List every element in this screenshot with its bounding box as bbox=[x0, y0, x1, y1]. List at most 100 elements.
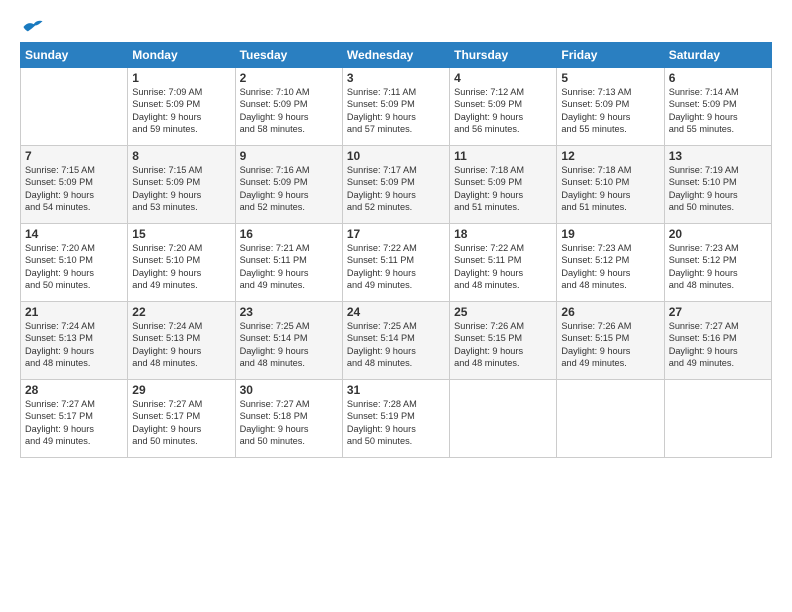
day-number: 25 bbox=[454, 305, 552, 319]
calendar-cell bbox=[557, 380, 664, 458]
calendar-cell: 25Sunrise: 7:26 AMSunset: 5:15 PMDayligh… bbox=[450, 302, 557, 380]
calendar-cell: 13Sunrise: 7:19 AMSunset: 5:10 PMDayligh… bbox=[664, 146, 771, 224]
day-number: 29 bbox=[132, 383, 230, 397]
week-row-4: 21Sunrise: 7:24 AMSunset: 5:13 PMDayligh… bbox=[21, 302, 772, 380]
day-number: 19 bbox=[561, 227, 659, 241]
cell-details: Sunrise: 7:14 AMSunset: 5:09 PMDaylight:… bbox=[669, 86, 767, 136]
day-number: 18 bbox=[454, 227, 552, 241]
logo bbox=[20, 18, 44, 36]
column-header-thursday: Thursday bbox=[450, 43, 557, 68]
day-number: 10 bbox=[347, 149, 445, 163]
day-number: 23 bbox=[240, 305, 338, 319]
calendar-cell: 27Sunrise: 7:27 AMSunset: 5:16 PMDayligh… bbox=[664, 302, 771, 380]
week-row-5: 28Sunrise: 7:27 AMSunset: 5:17 PMDayligh… bbox=[21, 380, 772, 458]
cell-details: Sunrise: 7:27 AMSunset: 5:18 PMDaylight:… bbox=[240, 398, 338, 448]
column-header-tuesday: Tuesday bbox=[235, 43, 342, 68]
day-number: 14 bbox=[25, 227, 123, 241]
calendar-cell: 22Sunrise: 7:24 AMSunset: 5:13 PMDayligh… bbox=[128, 302, 235, 380]
cell-details: Sunrise: 7:27 AMSunset: 5:17 PMDaylight:… bbox=[25, 398, 123, 448]
day-number: 1 bbox=[132, 71, 230, 85]
cell-details: Sunrise: 7:12 AMSunset: 5:09 PMDaylight:… bbox=[454, 86, 552, 136]
calendar-cell: 7Sunrise: 7:15 AMSunset: 5:09 PMDaylight… bbox=[21, 146, 128, 224]
cell-details: Sunrise: 7:25 AMSunset: 5:14 PMDaylight:… bbox=[240, 320, 338, 370]
cell-details: Sunrise: 7:22 AMSunset: 5:11 PMDaylight:… bbox=[347, 242, 445, 292]
week-row-3: 14Sunrise: 7:20 AMSunset: 5:10 PMDayligh… bbox=[21, 224, 772, 302]
day-number: 5 bbox=[561, 71, 659, 85]
cell-details: Sunrise: 7:09 AMSunset: 5:09 PMDaylight:… bbox=[132, 86, 230, 136]
day-number: 9 bbox=[240, 149, 338, 163]
calendar-cell: 6Sunrise: 7:14 AMSunset: 5:09 PMDaylight… bbox=[664, 68, 771, 146]
cell-details: Sunrise: 7:18 AMSunset: 5:09 PMDaylight:… bbox=[454, 164, 552, 214]
calendar-header-row: SundayMondayTuesdayWednesdayThursdayFrid… bbox=[21, 43, 772, 68]
calendar-cell: 31Sunrise: 7:28 AMSunset: 5:19 PMDayligh… bbox=[342, 380, 449, 458]
calendar-cell: 21Sunrise: 7:24 AMSunset: 5:13 PMDayligh… bbox=[21, 302, 128, 380]
day-number: 21 bbox=[25, 305, 123, 319]
week-row-2: 7Sunrise: 7:15 AMSunset: 5:09 PMDaylight… bbox=[21, 146, 772, 224]
cell-details: Sunrise: 7:18 AMSunset: 5:10 PMDaylight:… bbox=[561, 164, 659, 214]
cell-details: Sunrise: 7:24 AMSunset: 5:13 PMDaylight:… bbox=[132, 320, 230, 370]
calendar-cell: 4Sunrise: 7:12 AMSunset: 5:09 PMDaylight… bbox=[450, 68, 557, 146]
calendar-cell: 2Sunrise: 7:10 AMSunset: 5:09 PMDaylight… bbox=[235, 68, 342, 146]
calendar-cell: 30Sunrise: 7:27 AMSunset: 5:18 PMDayligh… bbox=[235, 380, 342, 458]
calendar-cell: 10Sunrise: 7:17 AMSunset: 5:09 PMDayligh… bbox=[342, 146, 449, 224]
calendar-cell: 26Sunrise: 7:26 AMSunset: 5:15 PMDayligh… bbox=[557, 302, 664, 380]
calendar-cell: 16Sunrise: 7:21 AMSunset: 5:11 PMDayligh… bbox=[235, 224, 342, 302]
calendar-cell: 24Sunrise: 7:25 AMSunset: 5:14 PMDayligh… bbox=[342, 302, 449, 380]
calendar-cell: 1Sunrise: 7:09 AMSunset: 5:09 PMDaylight… bbox=[128, 68, 235, 146]
day-number: 27 bbox=[669, 305, 767, 319]
day-number: 12 bbox=[561, 149, 659, 163]
cell-details: Sunrise: 7:19 AMSunset: 5:10 PMDaylight:… bbox=[669, 164, 767, 214]
calendar-cell: 29Sunrise: 7:27 AMSunset: 5:17 PMDayligh… bbox=[128, 380, 235, 458]
page: SundayMondayTuesdayWednesdayThursdayFrid… bbox=[0, 0, 792, 612]
cell-details: Sunrise: 7:10 AMSunset: 5:09 PMDaylight:… bbox=[240, 86, 338, 136]
calendar-cell: 19Sunrise: 7:23 AMSunset: 5:12 PMDayligh… bbox=[557, 224, 664, 302]
day-number: 11 bbox=[454, 149, 552, 163]
cell-details: Sunrise: 7:22 AMSunset: 5:11 PMDaylight:… bbox=[454, 242, 552, 292]
calendar-cell: 17Sunrise: 7:22 AMSunset: 5:11 PMDayligh… bbox=[342, 224, 449, 302]
cell-details: Sunrise: 7:20 AMSunset: 5:10 PMDaylight:… bbox=[25, 242, 123, 292]
day-number: 8 bbox=[132, 149, 230, 163]
day-number: 2 bbox=[240, 71, 338, 85]
day-number: 3 bbox=[347, 71, 445, 85]
calendar-cell bbox=[450, 380, 557, 458]
cell-details: Sunrise: 7:16 AMSunset: 5:09 PMDaylight:… bbox=[240, 164, 338, 214]
calendar-cell: 11Sunrise: 7:18 AMSunset: 5:09 PMDayligh… bbox=[450, 146, 557, 224]
calendar-cell: 5Sunrise: 7:13 AMSunset: 5:09 PMDaylight… bbox=[557, 68, 664, 146]
day-number: 17 bbox=[347, 227, 445, 241]
week-row-1: 1Sunrise: 7:09 AMSunset: 5:09 PMDaylight… bbox=[21, 68, 772, 146]
cell-details: Sunrise: 7:28 AMSunset: 5:19 PMDaylight:… bbox=[347, 398, 445, 448]
cell-details: Sunrise: 7:20 AMSunset: 5:10 PMDaylight:… bbox=[132, 242, 230, 292]
day-number: 31 bbox=[347, 383, 445, 397]
calendar-table: SundayMondayTuesdayWednesdayThursdayFrid… bbox=[20, 42, 772, 458]
day-number: 13 bbox=[669, 149, 767, 163]
cell-details: Sunrise: 7:25 AMSunset: 5:14 PMDaylight:… bbox=[347, 320, 445, 370]
calendar-cell: 8Sunrise: 7:15 AMSunset: 5:09 PMDaylight… bbox=[128, 146, 235, 224]
cell-details: Sunrise: 7:15 AMSunset: 5:09 PMDaylight:… bbox=[25, 164, 123, 214]
day-number: 6 bbox=[669, 71, 767, 85]
column-header-wednesday: Wednesday bbox=[342, 43, 449, 68]
calendar-cell: 23Sunrise: 7:25 AMSunset: 5:14 PMDayligh… bbox=[235, 302, 342, 380]
cell-details: Sunrise: 7:17 AMSunset: 5:09 PMDaylight:… bbox=[347, 164, 445, 214]
column-header-monday: Monday bbox=[128, 43, 235, 68]
column-header-sunday: Sunday bbox=[21, 43, 128, 68]
cell-details: Sunrise: 7:27 AMSunset: 5:16 PMDaylight:… bbox=[669, 320, 767, 370]
calendar-body: 1Sunrise: 7:09 AMSunset: 5:09 PMDaylight… bbox=[21, 68, 772, 458]
cell-details: Sunrise: 7:24 AMSunset: 5:13 PMDaylight:… bbox=[25, 320, 123, 370]
column-header-saturday: Saturday bbox=[664, 43, 771, 68]
header bbox=[20, 18, 772, 36]
cell-details: Sunrise: 7:21 AMSunset: 5:11 PMDaylight:… bbox=[240, 242, 338, 292]
calendar-cell: 18Sunrise: 7:22 AMSunset: 5:11 PMDayligh… bbox=[450, 224, 557, 302]
day-number: 7 bbox=[25, 149, 123, 163]
calendar-cell: 20Sunrise: 7:23 AMSunset: 5:12 PMDayligh… bbox=[664, 224, 771, 302]
cell-details: Sunrise: 7:26 AMSunset: 5:15 PMDaylight:… bbox=[454, 320, 552, 370]
day-number: 16 bbox=[240, 227, 338, 241]
cell-details: Sunrise: 7:23 AMSunset: 5:12 PMDaylight:… bbox=[669, 242, 767, 292]
day-number: 26 bbox=[561, 305, 659, 319]
calendar-cell: 15Sunrise: 7:20 AMSunset: 5:10 PMDayligh… bbox=[128, 224, 235, 302]
cell-details: Sunrise: 7:13 AMSunset: 5:09 PMDaylight:… bbox=[561, 86, 659, 136]
calendar-cell bbox=[21, 68, 128, 146]
logo-bird-icon bbox=[22, 18, 44, 36]
column-header-friday: Friday bbox=[557, 43, 664, 68]
calendar-cell: 14Sunrise: 7:20 AMSunset: 5:10 PMDayligh… bbox=[21, 224, 128, 302]
calendar-cell: 28Sunrise: 7:27 AMSunset: 5:17 PMDayligh… bbox=[21, 380, 128, 458]
